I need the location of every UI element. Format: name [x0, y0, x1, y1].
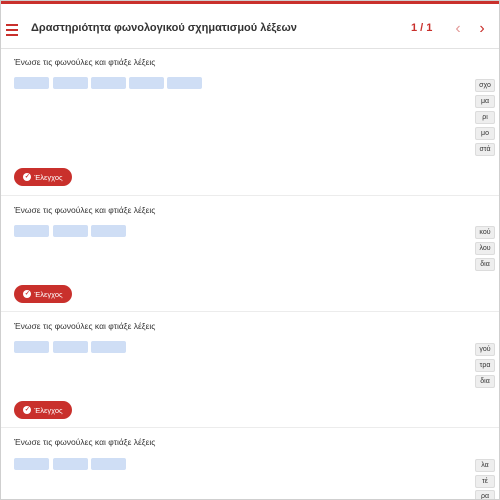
- chevron-right-icon[interactable]: ›: [472, 19, 492, 41]
- exercise-3: Ένωσε τις φωνούλες και φτιάξε λέξεις γού…: [1, 312, 499, 428]
- syllable-tile[interactable]: δια: [475, 375, 495, 388]
- answer-slot[interactable]: [167, 77, 202, 89]
- syllable-tile[interactable]: τέ: [475, 475, 495, 488]
- exercise-instruction: Ένωσε τις φωνούλες και φτιάξε λέξεις: [14, 205, 156, 215]
- answer-slot[interactable]: [53, 458, 88, 470]
- check-circle-icon: ✓: [23, 290, 32, 298]
- answer-slot[interactable]: [53, 341, 88, 353]
- syllable-tile[interactable]: ρα: [475, 490, 495, 499]
- exercise-instruction: Ένωσε τις φωνούλες και φτιάξε λέξεις: [14, 321, 156, 331]
- exercise-instruction: Ένωσε τις φωνούλες και φτιάξε λέξεις: [14, 57, 156, 67]
- menu-icon[interactable]: [6, 24, 18, 36]
- syllable-tile[interactable]: ρι: [475, 111, 495, 124]
- chevron-left-icon[interactable]: ‹: [448, 19, 468, 41]
- syllable-tile[interactable]: λα: [475, 459, 495, 472]
- check-button[interactable]: ✓ Έλεγχος: [14, 285, 72, 303]
- check-button-label: Έλεγχος: [34, 289, 63, 299]
- page-counter: 1 / 1: [411, 22, 433, 34]
- syllable-tile[interactable]: κού: [475, 226, 495, 239]
- answer-slot[interactable]: [91, 77, 126, 89]
- activity-frame: Δραστηριότητα φωνολογικού σχηματισμού λέ…: [0, 0, 500, 500]
- check-button-label: Έλεγχος: [34, 405, 63, 415]
- exercise-2: Ένωσε τις φωνούλες και φτιάξε λέξεις κού…: [1, 196, 499, 312]
- syllable-tile[interactable]: μο: [475, 127, 495, 140]
- answer-slot[interactable]: [129, 77, 164, 89]
- syllable-tile[interactable]: σχο: [475, 79, 495, 92]
- check-button[interactable]: ✓ Έλεγχος: [14, 168, 72, 186]
- answer-slot[interactable]: [14, 225, 49, 237]
- syllable-tile[interactable]: λου: [475, 242, 495, 255]
- answer-slot[interactable]: [91, 225, 126, 237]
- syllable-tile[interactable]: μα: [475, 95, 495, 108]
- syllable-tile[interactable]: τρα: [475, 359, 495, 372]
- top-accent-line: [1, 1, 499, 4]
- exercise-instruction: Ένωσε τις φωνούλες και φτιάξε λέξεις: [14, 437, 156, 447]
- check-button-label: Έλεγχος: [34, 172, 63, 182]
- answer-slot[interactable]: [91, 458, 126, 470]
- answer-slot[interactable]: [14, 458, 49, 470]
- check-button[interactable]: ✓ Έλεγχος: [14, 401, 72, 419]
- header-bar: Δραστηριότητα φωνολογικού σχηματισμού λέ…: [1, 11, 499, 49]
- answer-slot[interactable]: [14, 77, 49, 89]
- syllable-tile[interactable]: στά: [475, 143, 495, 156]
- page-title: Δραστηριότητα φωνολογικού σχηματισμού λέ…: [31, 22, 297, 34]
- answer-slot[interactable]: [14, 341, 49, 353]
- check-circle-icon: ✓: [23, 173, 32, 181]
- exercise-1: Ένωσε τις φωνούλες και φτιάξε λέξεις σχο…: [1, 49, 499, 196]
- exercise-4: Ένωσε τις φωνούλες και φτιάξε λέξεις λα …: [1, 428, 499, 499]
- answer-slot[interactable]: [53, 225, 88, 237]
- syllable-tile[interactable]: δια: [475, 258, 495, 271]
- syllable-tile[interactable]: γού: [475, 343, 495, 356]
- answer-slot[interactable]: [91, 341, 126, 353]
- answer-slot[interactable]: [53, 77, 88, 89]
- check-circle-icon: ✓: [23, 406, 32, 414]
